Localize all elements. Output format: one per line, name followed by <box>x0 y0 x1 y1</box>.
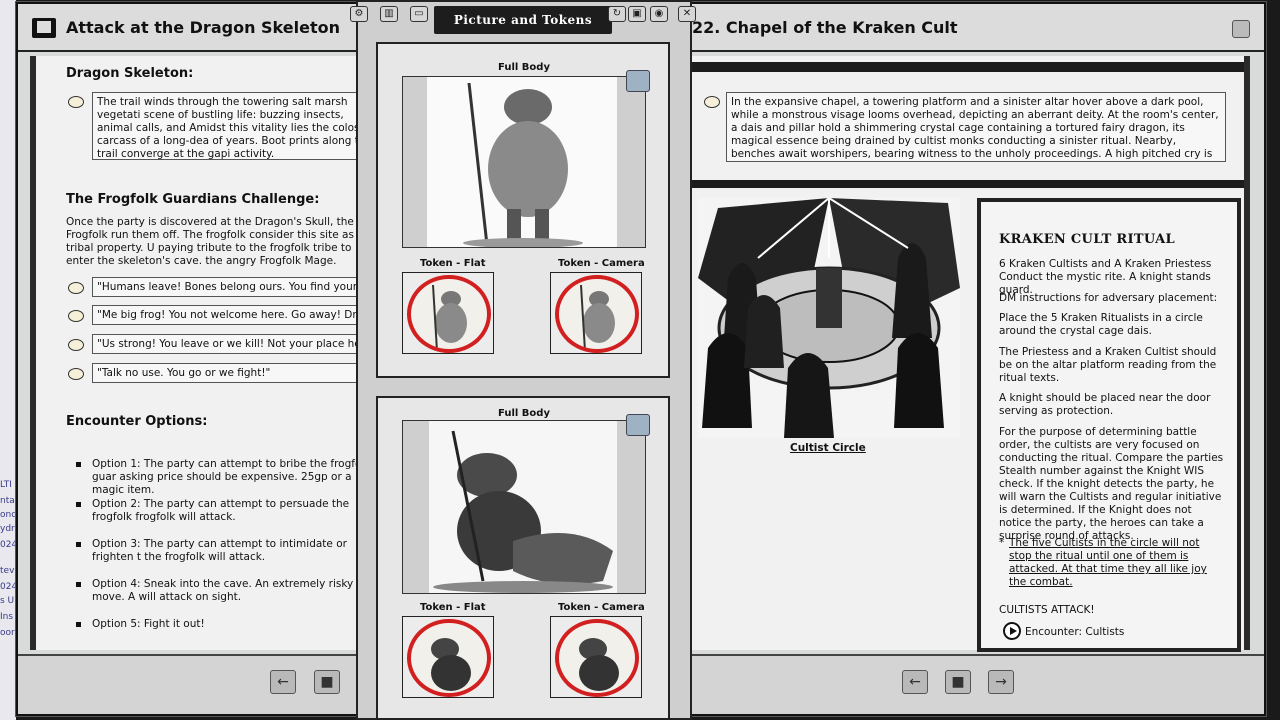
back-arrow-button[interactable]: ← <box>270 670 296 694</box>
option-item: Option 1: The party can attempt to bribe… <box>92 458 371 496</box>
titlebar[interactable]: Attack at the Dragon Skeleton <box>18 4 374 52</box>
attack-line: CULTISTS ATTACK! <box>999 604 1095 616</box>
book-icon <box>32 18 56 38</box>
window-title: Attack at the Dragon Skeleton <box>66 18 340 37</box>
window-title: 22. Chapel of the Kraken Cult <box>692 18 958 37</box>
token-image <box>555 275 639 353</box>
token-image <box>407 275 491 353</box>
cultist-circle-image[interactable] <box>698 198 960 438</box>
window-menu-button[interactable] <box>1232 20 1250 38</box>
share-icon[interactable]: ◉ <box>650 6 668 22</box>
index-button[interactable]: ■ <box>945 670 971 694</box>
ritual-paragraph: DM instructions for adversary placement: <box>999 292 1218 304</box>
group-icon[interactable] <box>626 70 650 92</box>
ritual-sidebar: KRAKEN CULT RITUAL 6 Kraken Cultists and… <box>977 198 1241 652</box>
token-flat-label: Token - Flat <box>420 602 486 613</box>
desktop-text: s U <box>0 596 15 606</box>
desktop-text: 024 <box>0 540 18 550</box>
back-arrow-button[interactable]: ← <box>902 670 928 694</box>
full-body-image[interactable] <box>402 420 646 594</box>
token-camera[interactable] <box>550 272 642 354</box>
speech-bubble-icon[interactable] <box>68 339 84 351</box>
token-camera[interactable] <box>550 616 642 698</box>
option-item: Option 3: The party can attempt to intim… <box>92 538 347 563</box>
page-border <box>692 62 1244 72</box>
option-item: Option 2: The party can attempt to persu… <box>92 498 350 523</box>
speech-bubble-icon[interactable] <box>704 96 720 108</box>
speech-bubble-icon[interactable] <box>68 310 84 322</box>
story-window-left: Attack at the Dragon Skeleton Dragon Ske… <box>16 2 376 716</box>
lock-icon[interactable]: ▣ <box>628 6 646 22</box>
ritual-note-marker: * <box>999 537 1005 549</box>
window-footer: ← ■ → <box>686 654 1264 714</box>
bullet <box>76 502 81 507</box>
token-image <box>407 619 491 697</box>
desktop-text: ydr <box>0 524 15 534</box>
book-icon[interactable]: ▥ <box>380 6 398 22</box>
encounter-link[interactable]: Encounter: Cultists <box>1025 626 1215 639</box>
close-icon[interactable]: ✕ <box>678 6 696 22</box>
forward-arrow-button[interactable]: → <box>988 670 1014 694</box>
desktop-text: LTI <box>0 480 12 490</box>
full-body-label: Full Body <box>498 408 550 419</box>
titlebar[interactable]: 22. Chapel of the Kraken Cult <box>686 4 1264 52</box>
read-aloud-box: The trail winds through the towering sal… <box>92 92 368 160</box>
refresh-icon[interactable]: ↻ <box>608 6 626 22</box>
index-button[interactable]: ■ <box>314 670 340 694</box>
full-body-label: Full Body <box>498 62 550 73</box>
desktop-text: 024 <box>0 582 18 592</box>
ritual-heading: KRAKEN CULT RITUAL <box>999 232 1175 247</box>
play-icon[interactable] <box>1003 622 1021 640</box>
quote-box: "Us strong! You leave or we kill! Not yo… <box>92 334 368 354</box>
speech-bubble-icon[interactable] <box>68 368 84 380</box>
image-panel: Full Body Token - Flat Token - Camera <box>376 396 670 720</box>
ritual-note: The five Cultists in the circle will not… <box>1009 537 1207 588</box>
desktop-text: oor <box>0 628 15 638</box>
desktop-text: Ins <box>0 612 14 622</box>
chat-icon[interactable]: ▭ <box>410 6 428 22</box>
read-aloud-box: In the expansive chapel, a towering plat… <box>726 92 1226 162</box>
option-item: Option 5: Fight it out! <box>92 618 205 630</box>
token-flat-label: Token - Flat <box>420 258 486 269</box>
link-icon[interactable]: ⚙ <box>350 6 368 22</box>
bullet <box>76 542 81 547</box>
picture-window-title[interactable]: Picture and Tokens <box>434 6 612 34</box>
ritual-paragraph: For the purpose of determining battle or… <box>999 426 1224 542</box>
quote-box: "Me big frog! You not welcome here. Go a… <box>92 305 368 325</box>
token-camera-label: Token - Camera <box>558 602 645 613</box>
story-window-right: 22. Chapel of the Kraken Cult In the exp… <box>684 2 1266 716</box>
page-border <box>692 180 1244 188</box>
section-heading: The Frogfolk Guardians Challenge: <box>66 192 320 207</box>
token-image <box>555 619 639 697</box>
story-page: Dragon Skeleton: The trail winds through… <box>30 56 374 650</box>
desktop-text: tev <box>0 566 15 576</box>
bullet <box>76 582 81 587</box>
speech-bubble-icon[interactable] <box>68 96 84 108</box>
image-panel: Full Body Token - Flat Token - Camera <box>376 42 670 378</box>
section-heading: Encounter Options: <box>66 414 208 429</box>
quote-box: "Humans leave! Bones belong ours. You fi… <box>92 277 368 297</box>
ritual-paragraph: A knight should be placed near the door … <box>999 392 1211 417</box>
ritual-paragraph: The Priestess and a Kraken Cultist shoul… <box>999 346 1217 384</box>
desktop-text: ntai <box>0 496 18 506</box>
token-flat[interactable] <box>402 616 494 698</box>
section-heading: Dragon Skeleton: <box>66 66 194 81</box>
image-caption[interactable]: Cultist Circle <box>790 442 866 454</box>
token-camera-label: Token - Camera <box>558 258 645 269</box>
bullet <box>76 622 81 627</box>
window-footer: ← ■ <box>18 654 374 714</box>
section-text: Once the party is discovered at the Drag… <box>66 216 354 267</box>
speech-bubble-icon[interactable] <box>68 282 84 294</box>
token-flat[interactable] <box>402 272 494 354</box>
bullet <box>76 462 81 467</box>
group-icon[interactable] <box>626 414 650 436</box>
background-desktop: LTI ntai onc ydr 024 tev 024 s U Ins oor <box>0 0 18 720</box>
full-body-image[interactable] <box>402 76 646 248</box>
quote-box: "Talk no use. You go or we fight!" <box>92 363 368 383</box>
option-item: Option 4: Sneak into the cave. An extrem… <box>92 578 354 603</box>
ritual-paragraph: Place the 5 Kraken Ritualists in a circl… <box>999 312 1203 337</box>
desktop-text: onc <box>0 510 17 520</box>
